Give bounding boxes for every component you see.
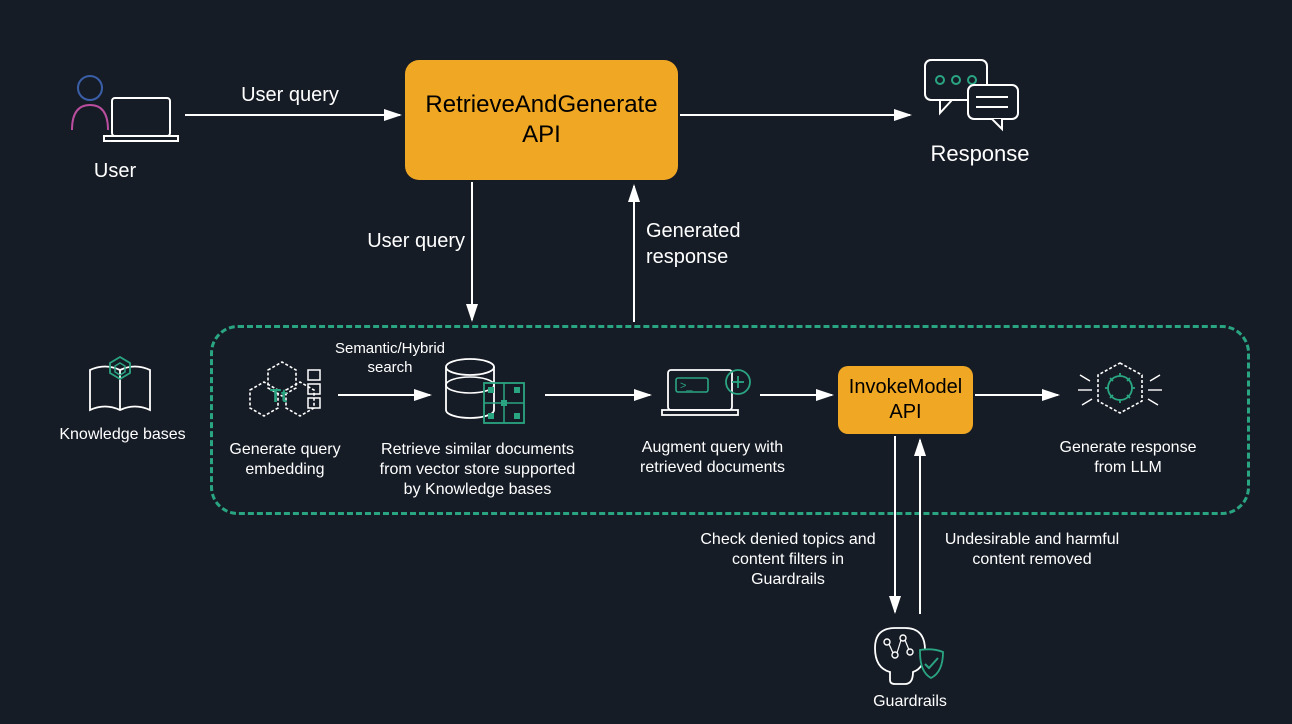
generate-llm-icon [1070, 355, 1170, 435]
svg-text:Tt: Tt [270, 386, 287, 406]
chat-response-icon [920, 55, 1030, 140]
retrieve-and-generate-api-box: RetrieveAndGenerate API [405, 60, 678, 180]
query-embedding-icon: Tt [240, 360, 330, 435]
retrieve-api-line1: RetrieveAndGenerate [425, 90, 657, 120]
undesirable-removed-label: Undesirable and harmful content removed [932, 530, 1132, 570]
response-label: Response [925, 140, 1035, 169]
knowledge-bases-label: Knowledge bases [50, 425, 195, 445]
user-query-top-label: User query [225, 82, 355, 108]
query-embedding-label: Generate query embedding [215, 440, 355, 480]
user-query-down-label: User query [345, 228, 465, 254]
augment-query-icon: >_ [660, 360, 755, 435]
augment-label: Augment query with retrieved documents [620, 438, 805, 478]
svg-text:>_: >_ [680, 380, 693, 392]
generate-llm-label: Generate response from LLM [1048, 438, 1208, 478]
invoke-api-line2: API [889, 400, 921, 425]
knowledge-bases-icon [80, 355, 160, 425]
user-label: User [85, 158, 145, 184]
generated-response-label: Generated response [646, 218, 776, 270]
invoke-model-api-box: InvokeModel API [838, 366, 973, 434]
guardrails-label: Guardrails [860, 692, 960, 712]
invoke-api-line1: InvokeModel [849, 375, 962, 400]
semantic-search-label: Semantic/Hybrid search [320, 340, 460, 378]
retrieve-api-line2: API [522, 120, 561, 150]
guardrails-icon [865, 620, 950, 695]
user-icon [60, 70, 180, 155]
retrieve-docs-label: Retrieve similar documents from vector s… [365, 440, 590, 500]
check-guardrails-label: Check denied topics and content filters … [688, 530, 888, 590]
